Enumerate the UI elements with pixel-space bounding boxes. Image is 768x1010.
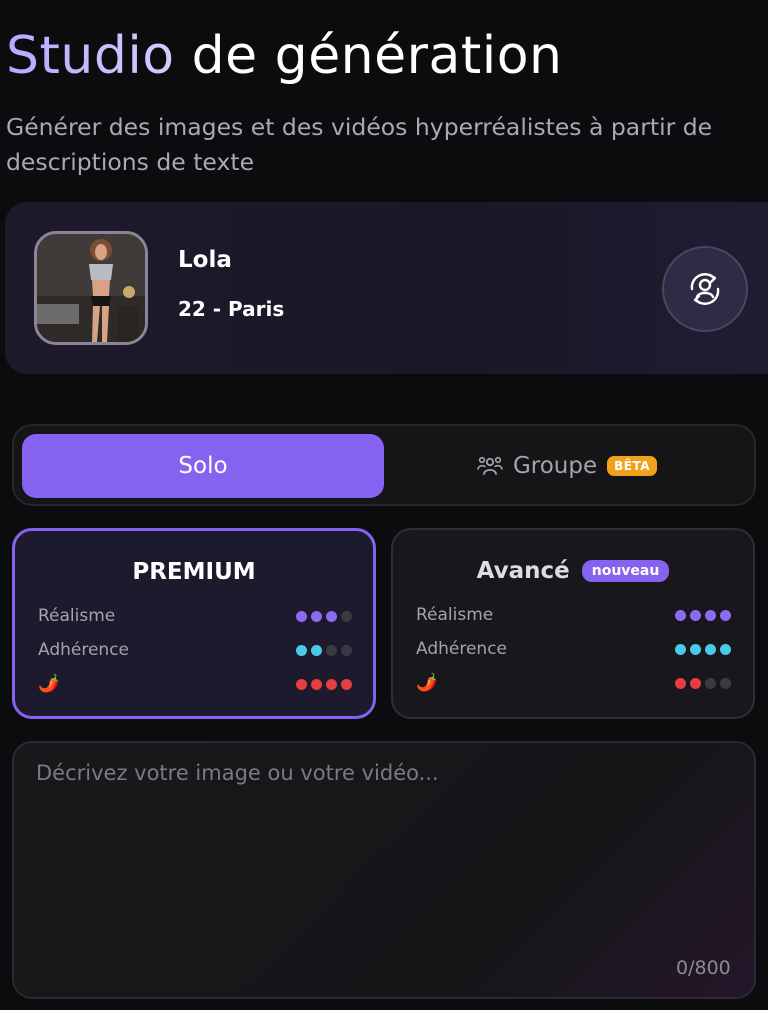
rating-dot-filled xyxy=(311,678,322,690)
page-subtitle: Générer des images et des vidéos hyperré… xyxy=(6,113,713,176)
rating-dots xyxy=(296,678,352,690)
rating-dots xyxy=(296,644,352,656)
model-title-text: Avancé xyxy=(476,558,570,584)
model-card-premium[interactable]: PREMIUM Réalisme Adhérence 🌶️ xyxy=(12,528,376,719)
rating-dot-filled xyxy=(311,610,322,622)
rating-dot-filled xyxy=(705,609,716,621)
rating-dot-filled xyxy=(720,609,731,621)
rating-dot-filled xyxy=(675,677,686,689)
model-stat-realism: Réalisme xyxy=(38,603,352,629)
character-avatar[interactable] xyxy=(34,231,148,345)
model-stat-adherence: Adhérence xyxy=(416,636,731,662)
character-age-location: 22 - Paris xyxy=(178,297,285,321)
rating-dot-filled xyxy=(720,643,731,655)
mode-toggle: Solo Groupe BÊTA xyxy=(12,424,756,506)
title-rest: de génération xyxy=(174,26,563,86)
model-stat-adherence: Adhérence xyxy=(38,637,352,663)
rating-dot-filled xyxy=(311,644,322,656)
rating-dot-filled xyxy=(296,678,307,690)
character-card: Lola 22 - Paris xyxy=(5,202,768,374)
chili-pepper-icon: 🌶️ xyxy=(38,674,60,694)
generation-studio-page: Studio de génération Générer des images … xyxy=(0,0,768,1010)
chili-pepper-icon: 🌶️ xyxy=(416,673,438,693)
rating-dot-filled xyxy=(326,610,337,622)
group-tab-label: Groupe xyxy=(512,453,598,479)
rating-dot-empty xyxy=(720,677,731,689)
beta-badge: BÊTA xyxy=(607,456,658,476)
stat-label: Adhérence xyxy=(416,639,508,659)
avatar-photo xyxy=(37,234,145,342)
rating-dots xyxy=(296,610,352,622)
rating-dots xyxy=(675,643,731,655)
group-tab[interactable]: Groupe BÊTA xyxy=(386,434,748,498)
solo-tab[interactable]: Solo xyxy=(22,434,384,498)
rating-dot-empty xyxy=(341,644,352,656)
character-name: Lola xyxy=(178,247,232,273)
page-title: Studio de génération xyxy=(6,26,562,86)
rating-dot-filled xyxy=(690,677,701,689)
rating-dot-filled xyxy=(675,609,686,621)
model-title-text: PREMIUM xyxy=(132,559,256,585)
rating-dot-empty xyxy=(705,677,716,689)
stat-label: Réalisme xyxy=(416,605,494,625)
prompt-input[interactable] xyxy=(12,741,756,999)
rating-dots xyxy=(675,609,731,621)
model-card-advanced[interactable]: Avancé nouveau Réalisme Adhérence 🌶️ xyxy=(391,528,755,719)
model-title: PREMIUM xyxy=(15,559,373,585)
model-stat-spice: 🌶️ xyxy=(416,670,731,696)
rating-dot-filled xyxy=(341,678,352,690)
rating-dot-filled xyxy=(296,610,307,622)
rating-dot-empty xyxy=(341,610,352,622)
character-counter: 0/800 xyxy=(676,957,731,979)
rating-dot-filled xyxy=(675,643,686,655)
title-accent: Studio xyxy=(6,26,175,86)
people-icon xyxy=(477,456,503,475)
user-swap-icon xyxy=(690,273,720,305)
rating-dot-empty xyxy=(326,644,337,656)
rating-dot-filled xyxy=(690,643,701,655)
new-badge: nouveau xyxy=(581,560,670,582)
rating-dot-filled xyxy=(705,643,716,655)
rating-dot-filled xyxy=(690,609,701,621)
change-character-button[interactable] xyxy=(662,246,748,332)
stat-label: Réalisme xyxy=(38,606,116,626)
rating-dots xyxy=(675,677,731,689)
model-stat-spice: 🌶️ xyxy=(38,671,352,697)
stat-label: Adhérence xyxy=(38,640,130,660)
rating-dot-filled xyxy=(296,644,307,656)
model-title: Avancé nouveau xyxy=(393,558,753,584)
rating-dot-filled xyxy=(326,678,337,690)
model-stat-realism: Réalisme xyxy=(416,602,731,628)
